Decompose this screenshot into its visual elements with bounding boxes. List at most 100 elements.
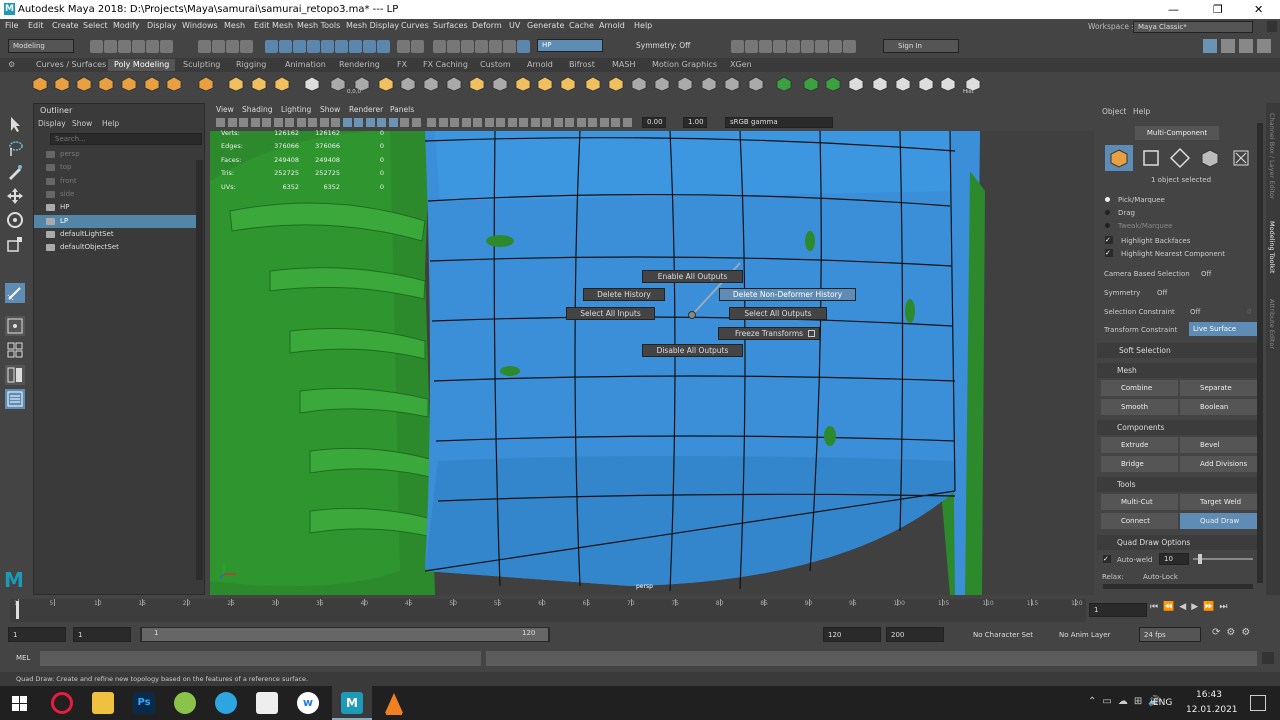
- status-tool-icon[interactable]: [397, 40, 410, 53]
- gamma-field[interactable]: 1.00: [683, 117, 707, 128]
- menu-mesh-tools[interactable]: Mesh Tools: [297, 21, 340, 30]
- shelf-tool-icon[interactable]: [469, 76, 485, 92]
- viewport-tool-icon[interactable]: [530, 118, 540, 127]
- relax-value[interactable]: Auto-Lock: [1143, 573, 1178, 581]
- shelf-tool-icon[interactable]: [330, 76, 346, 92]
- shelf-tool-icon[interactable]: [803, 76, 819, 92]
- viewport-tool-icon[interactable]: [216, 118, 225, 127]
- move-tool-icon[interactable]: [5, 186, 25, 206]
- status-tool-icon[interactable]: [731, 40, 744, 53]
- status-tool-icon[interactable]: [363, 40, 376, 53]
- shelf-tool-icon[interactable]: [304, 76, 320, 92]
- mtk-horizontal-scrollbar[interactable]: [1103, 584, 1253, 589]
- status-tool-icon[interactable]: [773, 40, 786, 53]
- playback-controls[interactable]: ⏮⏪◀▶⏩⏭: [1150, 602, 1278, 618]
- status-tool-icon[interactable]: [226, 40, 239, 53]
- exposure-field[interactable]: 0.00: [642, 117, 666, 128]
- auto-weld-field[interactable]: 10: [1159, 553, 1189, 565]
- shelf-tool-icon[interactable]: [98, 76, 114, 92]
- playback-end-field[interactable]: 120: [823, 627, 881, 642]
- shelf-settings-icon[interactable]: ⚙: [8, 60, 24, 70]
- shelf-tab-motion-graphics[interactable]: Motion Graphics: [646, 59, 723, 71]
- status-tool-icon[interactable]: [787, 40, 800, 53]
- menu-mesh[interactable]: Mesh: [224, 21, 245, 30]
- shelf-tool-icon[interactable]: [585, 76, 601, 92]
- mtk-vertical-scrollbar[interactable]: [1257, 123, 1263, 583]
- multi-cut-button[interactable]: Multi-Cut: [1101, 494, 1178, 510]
- color-space-select[interactable]: sRGB gamma: [725, 117, 833, 128]
- viewport-menu-renderer[interactable]: Renderer: [349, 105, 383, 114]
- auto-weld-checkbox[interactable]: ✓: [1103, 555, 1111, 563]
- character-set-select[interactable]: No Character Set: [973, 631, 1033, 639]
- status-tool-icon[interactable]: [160, 40, 173, 53]
- separate-button[interactable]: Separate: [1180, 380, 1257, 396]
- viewport-tool-icon[interactable]: [473, 118, 482, 127]
- connect-button[interactable]: Connect: [1101, 513, 1178, 529]
- shelf-tool-icon[interactable]: [608, 76, 624, 92]
- status-tool-icon[interactable]: [433, 40, 446, 53]
- viewport-tool-icon[interactable]: [285, 118, 294, 127]
- viewport-tool-icon[interactable]: [496, 118, 505, 127]
- menu-mesh-display[interactable]: Mesh Display: [346, 21, 399, 30]
- status-tool-icon[interactable]: [132, 40, 145, 53]
- quad-draw-button[interactable]: Quad Draw: [1180, 513, 1257, 529]
- file-explorer-icon[interactable]: [92, 692, 114, 714]
- time-slider[interactable]: 1510152025303540455055606570758085909510…: [10, 599, 1086, 622]
- shelf-tool-icon[interactable]: [654, 76, 670, 92]
- combine-button[interactable]: Combine: [1101, 380, 1178, 396]
- shelf-tool-icon[interactable]: [423, 76, 439, 92]
- settings-toggle-icon[interactable]: [1267, 21, 1277, 32]
- status-tool-icon[interactable]: [307, 40, 320, 53]
- status-tool-icon[interactable]: [829, 40, 842, 53]
- channel-box-tab[interactable]: Channel Box / Layer Editor: [1268, 113, 1276, 200]
- shelf-tool-icon[interactable]: [776, 76, 792, 92]
- attribute-editor-tab[interactable]: Attribute Editor: [1268, 299, 1276, 349]
- viewport-tool-icon[interactable]: [565, 118, 574, 127]
- close-icon[interactable]: ✕: [1254, 3, 1263, 16]
- viewport-tool-icon[interactable]: [450, 118, 459, 127]
- scale-tool-icon[interactable]: [5, 234, 25, 254]
- quad-draw-options-header[interactable]: Quad Draw Options: [1097, 535, 1257, 550]
- clock-time[interactable]: 16:43: [1196, 690, 1222, 700]
- menu-modify[interactable]: Modify: [113, 21, 140, 30]
- telegram-icon[interactable]: [215, 692, 237, 714]
- photoshop-icon[interactable]: Ps: [133, 692, 155, 714]
- shelf-tool-icon[interactable]: [32, 76, 48, 92]
- status-tool-icon[interactable]: [503, 40, 516, 53]
- status-tool-icon[interactable]: [293, 40, 306, 53]
- symmetry-value[interactable]: Off: [1157, 289, 1167, 297]
- viewport-tool-icon[interactable]: [250, 118, 260, 127]
- quad-draw-tool-icon[interactable]: [5, 283, 25, 303]
- two-view-layout-icon[interactable]: [5, 365, 25, 385]
- soft-selection-header[interactable]: Soft Selection: [1097, 343, 1257, 358]
- shelf-tool-icon[interactable]: [724, 76, 740, 92]
- lasso-tool-icon[interactable]: [5, 138, 25, 158]
- shelf-tool-icon[interactable]: [895, 76, 911, 92]
- outliner-search-input[interactable]: Search...: [50, 133, 202, 145]
- mtk-menu-object[interactable]: Object: [1102, 107, 1126, 116]
- highlight-nearest-checkbox[interactable]: ✓: [1105, 249, 1113, 257]
- viewport-tool-icon[interactable]: [308, 118, 317, 127]
- viewport-menu-shading[interactable]: Shading: [242, 105, 272, 114]
- viewport-tool-icon[interactable]: [273, 118, 283, 127]
- shelf-tab-sculpting[interactable]: Sculpting: [177, 59, 226, 71]
- range-bar-fill[interactable]: [142, 628, 548, 641]
- face-mode-icon[interactable]: [1196, 145, 1224, 171]
- menu-generate[interactable]: Generate: [527, 21, 564, 30]
- viewport-tool-icon[interactable]: [622, 118, 632, 127]
- viewport-tool-icon[interactable]: [365, 118, 375, 127]
- menu-display[interactable]: Display: [147, 21, 177, 30]
- panel-toggle-icons[interactable]: [1203, 39, 1273, 53]
- menu-select[interactable]: Select: [83, 21, 108, 30]
- pick-marquee-radio[interactable]: [1105, 197, 1110, 202]
- status-tool-icon[interactable]: [745, 40, 758, 53]
- workspace-select[interactable]: Maya Classic*: [1133, 21, 1253, 33]
- viewport-tool-icon[interactable]: [519, 118, 528, 127]
- shelf-tool-icon[interactable]: [848, 76, 864, 92]
- viewport-tool-icon[interactable]: [484, 118, 494, 127]
- tennis-ball-icon[interactable]: [174, 692, 196, 714]
- four-view-layout-icon[interactable]: [5, 340, 25, 360]
- status-tool-icon[interactable]: [146, 40, 159, 53]
- viewport-tool-icon[interactable]: [354, 118, 363, 127]
- select-all-outputs-item[interactable]: Select All Outputs: [729, 307, 827, 320]
